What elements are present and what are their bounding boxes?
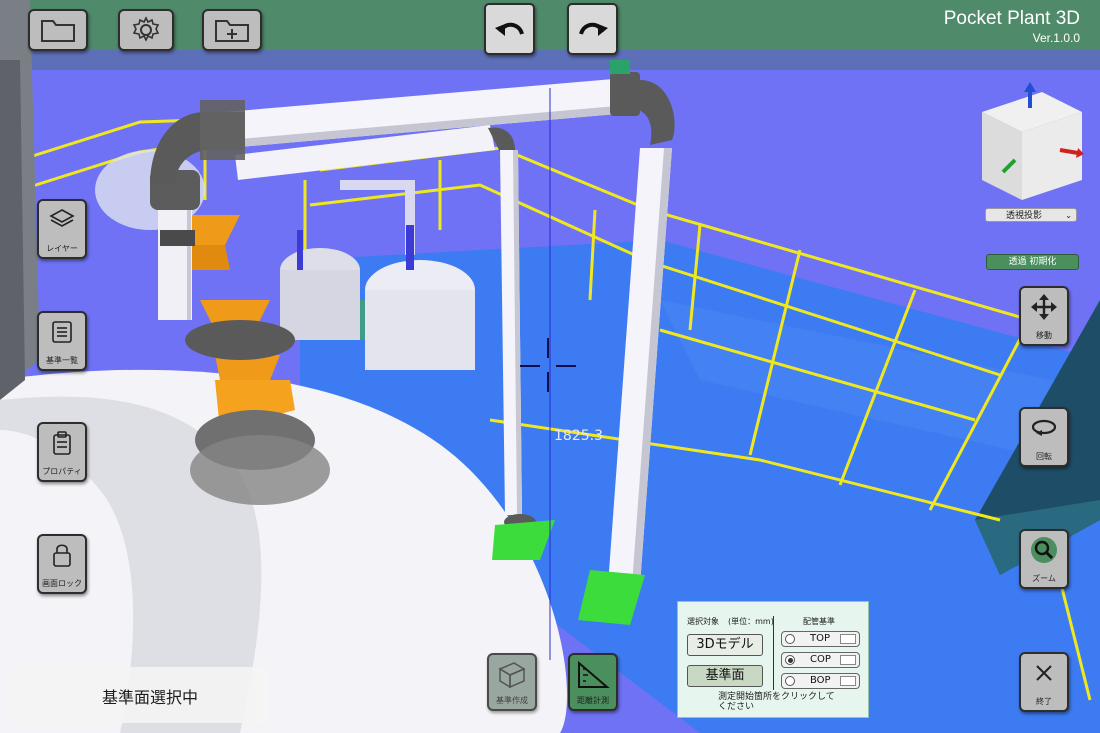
radio-swatch: [840, 655, 856, 665]
create-base-button[interactable]: 基準作成: [487, 653, 537, 711]
measurement-panel: 選択対象 (単位：mm) 配管基準 3Dモデル 基準面 TOP COP BOP …: [677, 601, 869, 718]
cube-plane-icon: [498, 662, 526, 689]
gear-icon: [132, 16, 160, 42]
exit-button[interactable]: 終了: [1019, 652, 1069, 712]
base-list-label: 基準一覧: [46, 356, 78, 365]
undo-arrow-icon: [494, 22, 524, 36]
move-arrows-icon: [1031, 294, 1057, 320]
radio-swatch: [840, 634, 856, 644]
open-folder-button[interactable]: [28, 9, 88, 51]
rotate-icon: [1031, 419, 1057, 436]
projection-select[interactable]: 透視投影 ⌄: [985, 208, 1077, 222]
target-label: 選択対象: [687, 617, 719, 626]
screen-lock-button[interactable]: 画面ロック: [37, 534, 87, 594]
radio-top[interactable]: TOP: [781, 631, 860, 647]
panel-divider: [773, 616, 774, 690]
model-3d-button[interactable]: 3Dモデル: [687, 634, 763, 656]
pipe-ref-label: 配管基準: [803, 617, 835, 626]
status-bar: 基準面選択中: [10, 667, 268, 723]
close-icon: [1036, 665, 1052, 681]
radio-bop[interactable]: BOP: [781, 673, 860, 689]
distance-measure-button[interactable]: 距離計測: [568, 653, 618, 711]
zoom-button[interactable]: ズーム: [1019, 529, 1069, 589]
lock-icon: [53, 544, 71, 567]
redo-button[interactable]: [567, 3, 618, 55]
property-button[interactable]: プロパティ: [37, 422, 87, 482]
distance-measure-label: 距離計測: [577, 696, 609, 705]
unit-label: (単位：mm): [728, 617, 774, 626]
transparency-reset-button[interactable]: 透過 初期化: [986, 254, 1079, 270]
status-text: 基準面選択中: [102, 688, 199, 707]
redo-arrow-icon: [578, 22, 608, 36]
base-list-button[interactable]: 基準一覧: [37, 311, 87, 371]
radio-dot: [785, 676, 795, 686]
settings-button[interactable]: [118, 9, 174, 51]
radio-swatch: [840, 676, 856, 686]
exit-label: 終了: [1036, 697, 1052, 706]
measurement-value: 1825.3: [554, 428, 603, 444]
app-version: Ver.1.0.0: [1032, 31, 1080, 45]
radio-cop-label: COP: [810, 654, 831, 665]
ruler-triangle-icon: [578, 660, 610, 688]
property-label: プロパティ: [42, 467, 82, 476]
zoom-label: ズーム: [1032, 574, 1056, 583]
3d-viewport[interactable]: [0, 0, 1100, 733]
radio-top-label: TOP: [810, 633, 831, 644]
radio-bop-label: BOP: [810, 675, 831, 686]
layer-button[interactable]: レイヤー: [37, 199, 87, 259]
add-folder-button[interactable]: [202, 9, 262, 51]
app-title: Pocket Plant 3D: [943, 8, 1080, 29]
radio-cop[interactable]: COP: [781, 652, 860, 668]
move-button[interactable]: 移動: [1019, 286, 1069, 346]
chevron-down-icon: ⌄: [1065, 211, 1072, 220]
rotate-label: 回転: [1036, 452, 1052, 461]
folder-plus-icon: [215, 20, 249, 42]
measure-hint: 測定開始箇所をクリックしてください: [718, 692, 835, 712]
create-base-label: 基準作成: [496, 696, 528, 705]
rotate-button[interactable]: 回転: [1019, 407, 1069, 467]
list-icon: [52, 321, 72, 343]
layer-label: レイヤー: [46, 244, 78, 253]
folder-icon: [41, 20, 75, 42]
zoom-magnifier-icon: [1031, 537, 1057, 563]
radio-dot: [785, 634, 795, 644]
clipboard-icon: [53, 431, 71, 455]
base-plane-button[interactable]: 基準面: [687, 665, 763, 687]
radio-dot-selected: [785, 655, 795, 665]
screen-lock-label: 画面ロック: [42, 579, 82, 588]
projection-value: 透視投影: [1006, 211, 1043, 221]
layers-icon: [49, 209, 75, 227]
undo-button[interactable]: [484, 3, 535, 55]
move-label: 移動: [1036, 331, 1052, 340]
